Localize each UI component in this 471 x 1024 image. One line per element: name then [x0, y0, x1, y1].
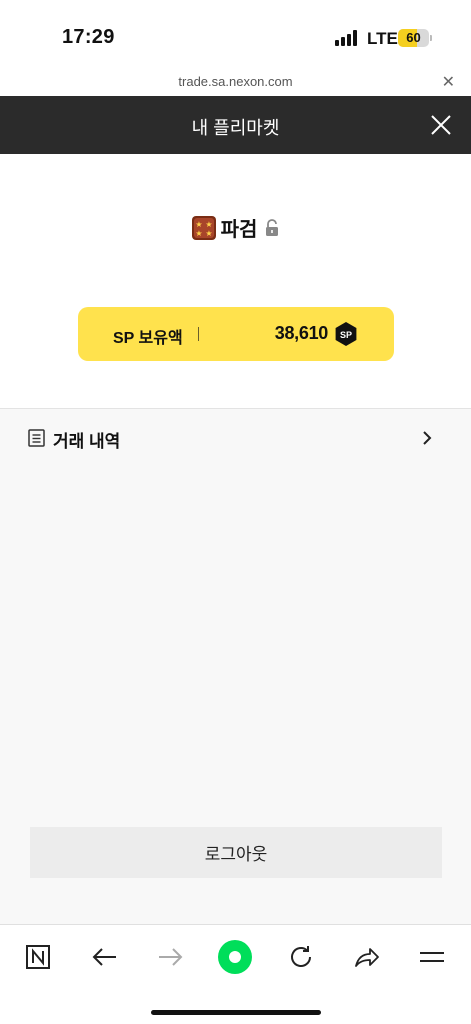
rank-icon: ★ ★ ★ ★: [191, 215, 216, 240]
url-text: trade.sa.nexon.com: [178, 74, 293, 89]
sp-balance-amount: 38,610: [274, 323, 329, 343]
trade-history-row[interactable]: 거래 내역: [0, 423, 471, 453]
chevron-right-icon: [423, 431, 432, 445]
status-time: 17:29: [62, 26, 115, 48]
refresh-icon[interactable]: [284, 940, 318, 974]
lock-icon: [266, 218, 279, 236]
green-dot-icon[interactable]: [218, 940, 252, 974]
page-title: 내 플리마켓: [191, 118, 280, 138]
forward-icon[interactable]: [153, 940, 187, 974]
svg-text:★: ★: [205, 229, 212, 238]
logout-button[interactable]: 로그아웃: [30, 827, 442, 878]
close-icon[interactable]: [429, 113, 453, 137]
browser-toolbar: [0, 924, 471, 1024]
close-icon[interactable]: ✕: [442, 72, 455, 92]
divider: [198, 327, 199, 341]
trade-history-label: 거래 내역: [53, 432, 121, 451]
home-indicator[interactable]: [151, 1010, 321, 1015]
menu-icon[interactable]: [415, 940, 449, 974]
svg-text:★: ★: [195, 229, 202, 238]
content-area: 거래 내역 로그아웃: [0, 409, 471, 924]
document-icon: [28, 429, 45, 447]
sp-badge-icon: SP: [335, 322, 357, 346]
sp-badge-text: SP: [340, 330, 352, 340]
sp-balance-card: SP 보유액 38,610 SP: [78, 307, 394, 361]
back-icon[interactable]: [88, 940, 122, 974]
status-bar: 17:29 LTE 60: [0, 0, 471, 68]
battery-icon: 60: [398, 29, 432, 47]
signal-icon: [335, 30, 359, 46]
player-info: ★ ★ ★ ★ 파검: [0, 213, 471, 246]
page-header: 내 플리마켓: [0, 96, 471, 154]
browser-url-bar: trade.sa.nexon.com ✕: [0, 68, 471, 96]
svg-text:★: ★: [205, 220, 212, 229]
svg-text:★: ★: [195, 220, 202, 229]
player-name: 파검: [220, 219, 258, 241]
network-label: LTE: [367, 29, 398, 48]
share-icon[interactable]: [350, 940, 384, 974]
profile-section: ★ ★ ★ ★ 파검 SP 보유액 38,610 SP: [0, 154, 471, 408]
sp-balance-label: SP 보유액: [113, 330, 183, 347]
battery-level: 60: [406, 30, 421, 45]
naver-icon[interactable]: [21, 940, 55, 974]
